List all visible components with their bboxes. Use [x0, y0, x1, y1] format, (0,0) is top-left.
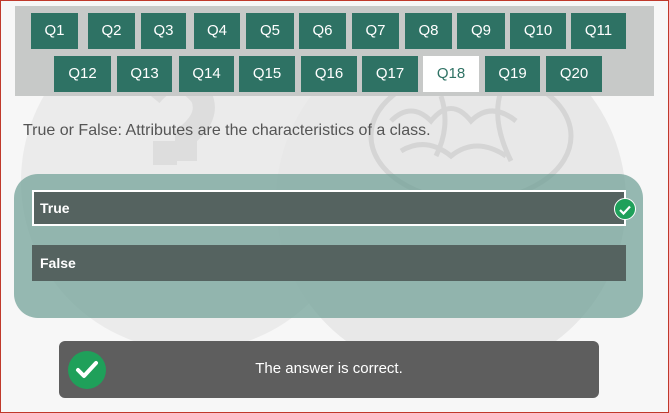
background-question-mark-dot [153, 141, 177, 165]
feedback-banner: The answer is correct. [59, 341, 599, 398]
question-nav-q1[interactable]: Q1 [31, 13, 78, 49]
question-nav-q14[interactable]: Q14 [179, 56, 234, 92]
question-nav-q4[interactable]: Q4 [194, 13, 240, 49]
feedback-text: The answer is correct. [255, 360, 403, 377]
question-nav-q15[interactable]: Q15 [239, 56, 295, 92]
question-nav-q19[interactable]: Q19 [485, 56, 540, 92]
question-nav-q3[interactable]: Q3 [141, 13, 186, 49]
question-nav-q9[interactable]: Q9 [457, 13, 505, 49]
question-nav-q20[interactable]: Q20 [546, 56, 602, 92]
question-text: True or False: Attributes are the charac… [23, 122, 431, 139]
question-nav-q2[interactable]: Q2 [88, 13, 135, 49]
question-nav-q8[interactable]: Q8 [405, 13, 452, 49]
quiz-window: True or False: Attributes are the charac… [0, 0, 669, 413]
question-nav-q10[interactable]: Q10 [510, 13, 566, 49]
question-nav-q16[interactable]: Q16 [301, 56, 357, 92]
question-nav-q11[interactable]: Q11 [571, 13, 626, 49]
option-false[interactable]: False [32, 245, 626, 281]
option-label: False [40, 255, 76, 271]
question-nav-q18[interactable]: Q18 [423, 56, 479, 92]
question-nav-q7[interactable]: Q7 [352, 13, 399, 49]
question-nav-q6[interactable]: Q6 [299, 13, 346, 49]
option-label: True [40, 200, 70, 216]
question-nav-q13[interactable]: Q13 [117, 56, 172, 92]
question-nav-q5[interactable]: Q5 [246, 13, 294, 49]
correct-check-icon [614, 198, 636, 220]
question-nav-q12[interactable]: Q12 [54, 56, 111, 92]
option-true[interactable]: True [32, 190, 636, 226]
question-nav-q17[interactable]: Q17 [362, 56, 418, 92]
